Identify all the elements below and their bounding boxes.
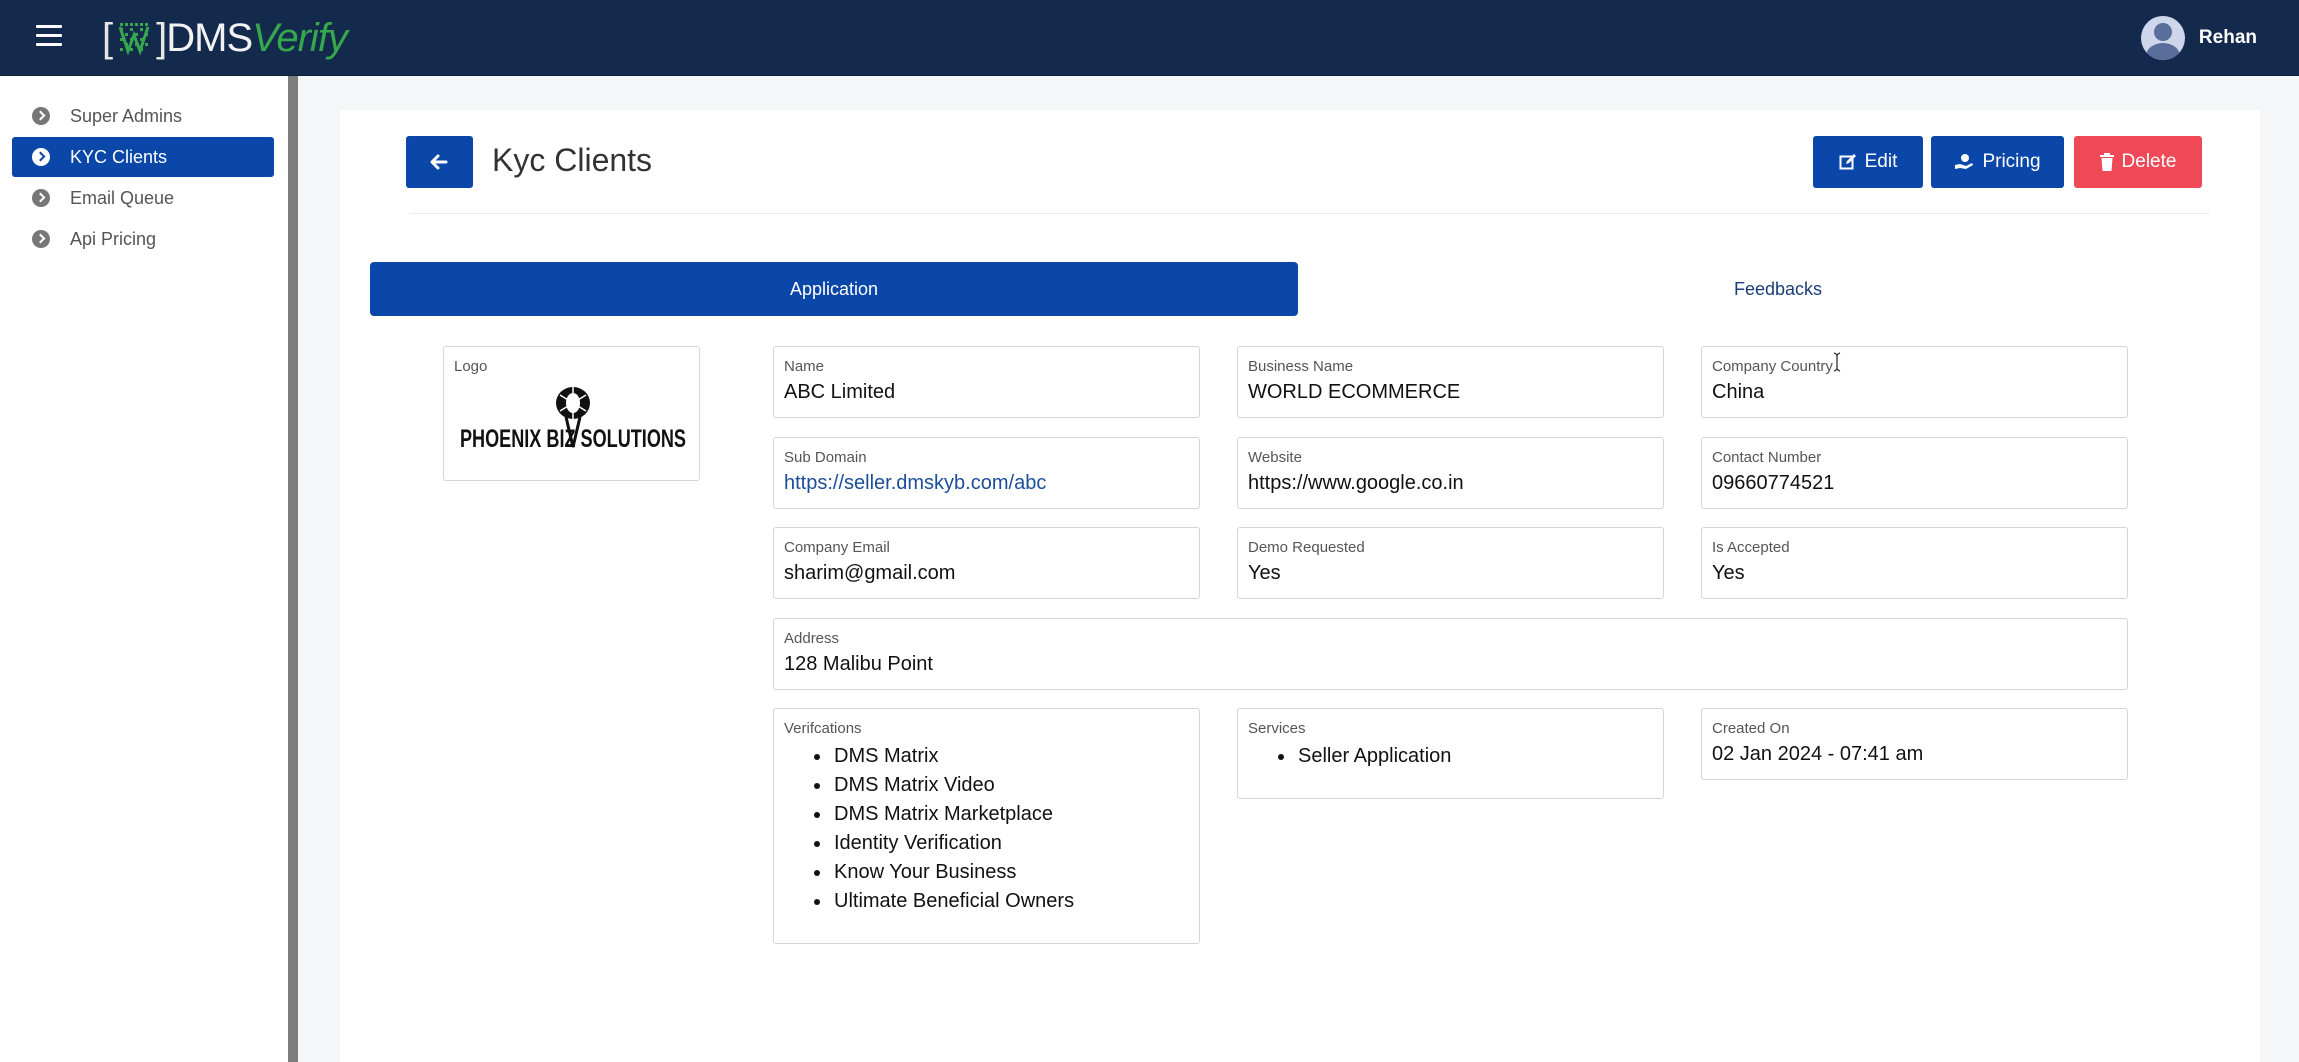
brand-bracket-open: [ <box>102 15 113 60</box>
field-label: Sub Domain <box>784 449 867 466</box>
services-list: Seller Application <box>1296 742 1451 771</box>
field-label: Contact Number <box>1712 449 1822 466</box>
is-accepted-field: Is Accepted Yes <box>1701 527 2128 599</box>
sidebar-item-label: Api Pricing <box>70 228 157 249</box>
brand-verify: Verify <box>252 15 348 60</box>
sidebar-item-api-pricing[interactable]: Api Pricing <box>12 219 274 259</box>
sidebar-item-kyc-clients[interactable]: KYC Clients <box>12 137 274 177</box>
menu-icon[interactable] <box>36 25 62 51</box>
brand-bracket-close: ] <box>156 15 167 60</box>
sidebar: Super Admins KYC Clients Email Queue Api… <box>0 76 288 1062</box>
field-label: Is Accepted <box>1712 539 1790 556</box>
sidebar-item-label: KYC Clients <box>70 146 168 167</box>
avatar[interactable] <box>2140 16 2185 60</box>
delete-button-label: Delete <box>2121 151 2177 172</box>
contact-number-field: Contact Number 09660774521 <box>1701 437 2128 509</box>
name-field: Name ABC Limited <box>773 346 1200 418</box>
field-label: Demo Requested <box>1248 539 1365 556</box>
field-label: Created On <box>1712 720 1790 737</box>
sidebar-item-label: Email Queue <box>70 187 175 208</box>
pricing-button-label: Pricing <box>1982 151 2041 172</box>
edit-button[interactable]: Edit <box>1813 136 1923 188</box>
field-value: https://www.google.co.in <box>1248 472 1464 494</box>
chevron-circle-right-icon <box>32 107 50 125</box>
verifications-field: Verifcations DMS Matrix DMS Matrix Video… <box>773 708 1200 944</box>
trash-icon <box>2099 153 2114 171</box>
sub-domain-link[interactable]: https://seller.dmskyb.com/abc <box>784 472 1046 495</box>
arrow-left-icon <box>430 154 448 170</box>
chevron-circle-right-icon <box>32 230 50 248</box>
tab-feedbacks[interactable]: Feedbacks <box>1298 262 2258 316</box>
company-logo-text: PHOENIX BIZ SOLUTIONS <box>460 425 686 453</box>
delete-button[interactable]: Delete <box>2074 136 2202 188</box>
website-field: Website https://www.google.co.in <box>1237 437 1664 509</box>
field-label: Business Name <box>1248 358 1354 375</box>
list-item: DMS Matrix Marketplace <box>832 800 1074 829</box>
field-label: Address <box>784 630 840 647</box>
user-menu[interactable]: Rehan <box>2140 16 2257 60</box>
top-bar: [ ] DMS Verify Rehan <box>0 0 2299 76</box>
chevron-circle-right-icon <box>32 189 50 207</box>
sidebar-item-super-admins[interactable]: Super Admins <box>12 96 274 136</box>
field-value: China <box>1712 381 1765 403</box>
company-email-field: Company Email sharim@gmail.com <box>773 527 1200 599</box>
sub-domain-field: Sub Domain https://seller.dmskyb.com/abc <box>773 437 1200 509</box>
address-field: Address 128 Malibu Point <box>773 618 2128 690</box>
verifications-list: DMS Matrix DMS Matrix Video DMS Matrix M… <box>832 742 1074 916</box>
list-item: DMS Matrix <box>832 742 1074 771</box>
back-button[interactable] <box>406 136 473 188</box>
field-label: Verifcations <box>784 720 862 737</box>
field-value: 128 Malibu Point <box>784 653 933 675</box>
field-label: Company Email <box>784 539 890 556</box>
field-value: 02 Jan 2024 - 07:41 am <box>1712 743 1924 765</box>
user-name[interactable]: Rehan <box>2199 27 2257 49</box>
brand-mark-icon <box>114 17 154 59</box>
field-value: Yes <box>1712 562 1745 584</box>
tab-application[interactable]: Application <box>370 262 1298 316</box>
sidebar-divider[interactable] <box>288 76 298 1062</box>
list-item: Seller Application <box>1296 742 1451 771</box>
field-value: 09660774521 <box>1712 472 1835 494</box>
list-item: Know Your Business <box>832 858 1074 887</box>
hand-holding-dollar-icon <box>1955 154 1974 169</box>
list-item: Ultimate Beneficial Owners <box>832 887 1074 916</box>
header-divider <box>410 213 2210 214</box>
field-value: ABC Limited <box>784 381 896 403</box>
business-name-field: Business Name WORLD ECOMMERCE <box>1237 346 1664 418</box>
created-on-field: Created On 02 Jan 2024 - 07:41 am <box>1701 708 2128 780</box>
edit-button-label: Edit <box>1864 151 1898 172</box>
field-label: Logo <box>454 358 488 375</box>
pricing-button[interactable]: Pricing <box>1931 136 2064 188</box>
field-label: Company Country <box>1712 358 1833 375</box>
logo-field: Logo PHOENIX BIZ SOLUTIONS <box>443 346 700 481</box>
chevron-circle-right-icon <box>32 148 50 166</box>
field-label: Website <box>1248 449 1302 466</box>
field-label: Name <box>784 358 825 375</box>
demo-requested-field: Demo Requested Yes <box>1237 527 1664 599</box>
company-logo: PHOENIX BIZ SOLUTIONS <box>460 387 686 453</box>
services-field: Services Seller Application <box>1237 708 1664 799</box>
edit-icon <box>1839 154 1856 170</box>
sidebar-item-email-queue[interactable]: Email Queue <box>12 178 274 218</box>
field-value: sharim@gmail.com <box>784 562 956 584</box>
field-label: Services <box>1248 720 1306 737</box>
list-item: Identity Verification <box>832 829 1074 858</box>
sidebar-item-label: Super Admins <box>70 105 183 126</box>
list-item: DMS Matrix Video <box>832 771 1074 800</box>
field-value: WORLD ECOMMERCE <box>1248 381 1461 403</box>
brand-dms: DMS <box>166 15 253 60</box>
page-title: Kyc Clients <box>492 142 653 178</box>
field-value: Yes <box>1248 562 1281 584</box>
brand-logo[interactable]: [ ] DMS Verify <box>102 14 348 62</box>
company-country-field: Company Country China <box>1701 346 2128 418</box>
text-cursor-icon <box>1833 352 1841 372</box>
